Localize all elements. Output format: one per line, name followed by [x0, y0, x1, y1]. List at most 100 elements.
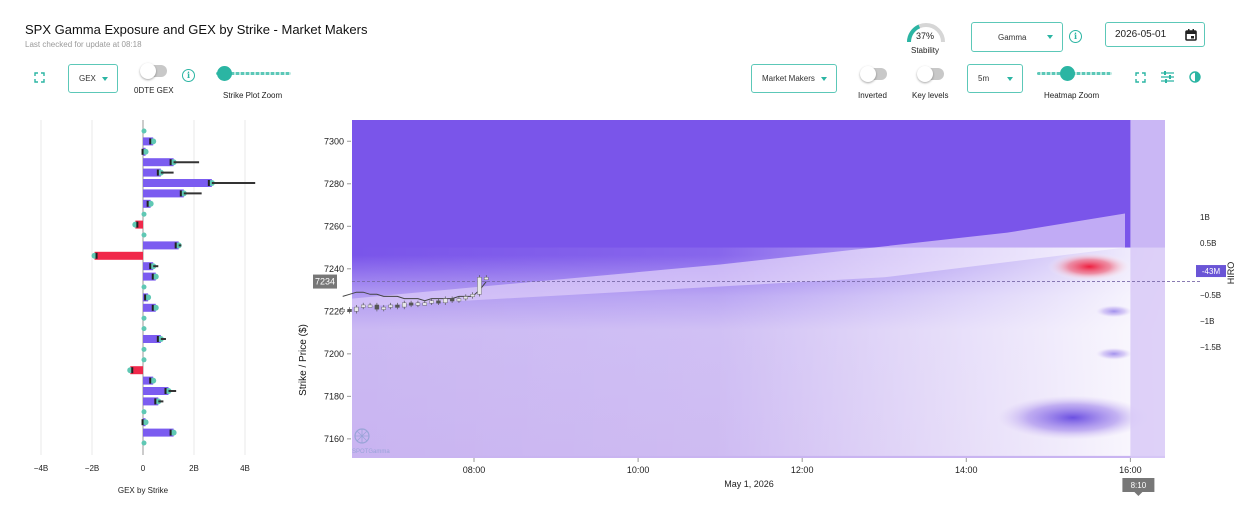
- candlestick[interactable]: [415, 302, 421, 306]
- gex-bar-marker: [156, 336, 159, 342]
- colorbar-tick-label: −1B: [1200, 317, 1214, 326]
- candlestick[interactable]: [340, 308, 345, 312]
- heatmap-zoom-slider-handle[interactable]: [1060, 66, 1075, 81]
- date-value: 2026-05-01: [1115, 29, 1167, 40]
- colorbar-marker-label: -43M: [1202, 267, 1221, 276]
- candlestick[interactable]: [408, 302, 414, 306]
- colorbar-tick-label: −1.5B: [1200, 343, 1221, 352]
- candlestick[interactable]: [361, 304, 366, 308]
- y-tick-label: 7240: [324, 264, 344, 274]
- greek-select[interactable]: Gamma: [971, 22, 1063, 52]
- x-tick-label: 4B: [240, 464, 250, 473]
- gex-bar[interactable]: [143, 158, 174, 167]
- gex-bar[interactable]: [143, 189, 184, 198]
- candlestick[interactable]: [388, 304, 393, 308]
- gex-bar-cap: [141, 357, 147, 363]
- y-tick-label: 7260: [324, 221, 344, 231]
- candlestick[interactable]: [402, 302, 407, 308]
- candlestick[interactable]: [470, 294, 475, 298]
- candlestick[interactable]: [374, 304, 380, 310]
- gex-bar-marker: [207, 180, 210, 186]
- y-tick-label: 7280: [324, 179, 344, 189]
- candlestick[interactable]: [429, 300, 434, 304]
- gex-select[interactable]: GEX: [68, 64, 118, 93]
- chevron-down-icon: [102, 76, 108, 81]
- watermark-text: SPOTGamma: [352, 449, 390, 455]
- gex-bar-cap: [141, 315, 147, 321]
- x-axis-date: May 1, 2026: [724, 479, 774, 489]
- strike-zoom-slider-handle[interactable]: [216, 66, 232, 81]
- gex-bar-cap: [141, 440, 147, 446]
- key-levels-toggle[interactable]: [917, 66, 944, 82]
- fullscreen-icon[interactable]: [1135, 72, 1146, 83]
- heatmap-future-zone: [1130, 120, 1165, 458]
- gex-bar-marker: [151, 273, 154, 280]
- gex-bar[interactable]: [143, 179, 212, 187]
- colorbar-tick-label: 1B: [1200, 213, 1210, 222]
- x-tick-label: 08:00: [463, 465, 486, 475]
- candlestick[interactable]: [463, 296, 468, 300]
- page-title: SPX Gamma Exposure and GEX by Strike - M…: [25, 22, 368, 37]
- x-tick-label: −2B: [85, 464, 99, 473]
- fullscreen-icon[interactable]: [34, 72, 45, 83]
- gex-bar-marker: [141, 148, 144, 155]
- heatmap-negative-blob: [1095, 305, 1132, 318]
- candlestick[interactable]: [367, 304, 373, 308]
- gex-bar-cap: [141, 284, 147, 290]
- odte-gex-toggle[interactable]: [140, 63, 167, 79]
- heatmap-negative-blob: [1095, 347, 1132, 360]
- interval-select[interactable]: 5m: [967, 64, 1023, 93]
- candlestick[interactable]: [354, 306, 359, 312]
- gex-bar-marker: [141, 419, 144, 426]
- candlestick[interactable]: [484, 277, 489, 281]
- gex-bar[interactable]: [143, 428, 174, 437]
- gex-bar-marker: [131, 367, 134, 374]
- x-tick-label: −4B: [34, 464, 48, 473]
- current-price-label: 7234: [315, 277, 335, 287]
- candlestick[interactable]: [395, 304, 400, 308]
- candlestick[interactable]: [477, 277, 482, 295]
- colorbar-tick-label: −0.5B: [1200, 291, 1221, 300]
- x-tick-label: 12:00: [791, 465, 814, 475]
- gex-bar-marker: [144, 294, 147, 301]
- y-tick-label: 7160: [324, 434, 344, 444]
- gex-bar[interactable]: [143, 241, 179, 250]
- participant-select[interactable]: Market Makers: [751, 64, 837, 93]
- gex-bar-marker: [174, 242, 177, 249]
- gex-bar-marker: [154, 398, 157, 405]
- gex-select-value: GEX: [79, 74, 96, 83]
- candlestick[interactable]: [347, 308, 352, 312]
- y-tick-label: 7200: [324, 349, 344, 359]
- chevron-down-icon: [1047, 35, 1053, 39]
- candlestick[interactable]: [436, 300, 441, 304]
- gex-bar-marker: [156, 169, 159, 176]
- chevron-down-icon: [1007, 76, 1013, 81]
- stability-value: 37%: [916, 31, 935, 41]
- x-axis-label: GEX by Strike: [118, 486, 169, 495]
- inverted-toggle[interactable]: [860, 66, 887, 82]
- gex-bar-marker: [149, 377, 152, 384]
- gex-bar-marker: [151, 304, 154, 311]
- candlestick[interactable]: [449, 298, 455, 302]
- settings-sliders-icon[interactable]: [1161, 71, 1174, 83]
- x-tick-label: 0: [141, 464, 146, 473]
- info-icon[interactable]: i: [182, 69, 195, 82]
- date-input[interactable]: 2026-05-01: [1105, 22, 1205, 47]
- y-tick-label: 7300: [324, 136, 344, 146]
- gex-bar-marker: [95, 252, 98, 259]
- strike-zoom-label: Strike Plot Zoom: [223, 91, 283, 100]
- participant-select-value: Market Makers: [762, 74, 815, 83]
- candlestick[interactable]: [381, 306, 386, 310]
- y-tick-label: 7180: [324, 391, 344, 401]
- candlestick[interactable]: [422, 302, 427, 306]
- y-axis-label: Strike / Price ($): [298, 324, 309, 396]
- gex-bar-cap: [141, 409, 147, 415]
- calendar-icon[interactable]: [1185, 29, 1197, 41]
- time-cursor-pointer: [1134, 492, 1143, 496]
- candlestick[interactable]: [456, 298, 462, 302]
- gex-bar[interactable]: [94, 251, 143, 260]
- info-icon[interactable]: i: [1069, 30, 1082, 43]
- contrast-icon[interactable]: [1189, 71, 1201, 83]
- candlestick[interactable]: [443, 298, 448, 304]
- gamma-heatmap-chart: 7300728072607240722072007180716008:00 10:…: [298, 120, 1235, 496]
